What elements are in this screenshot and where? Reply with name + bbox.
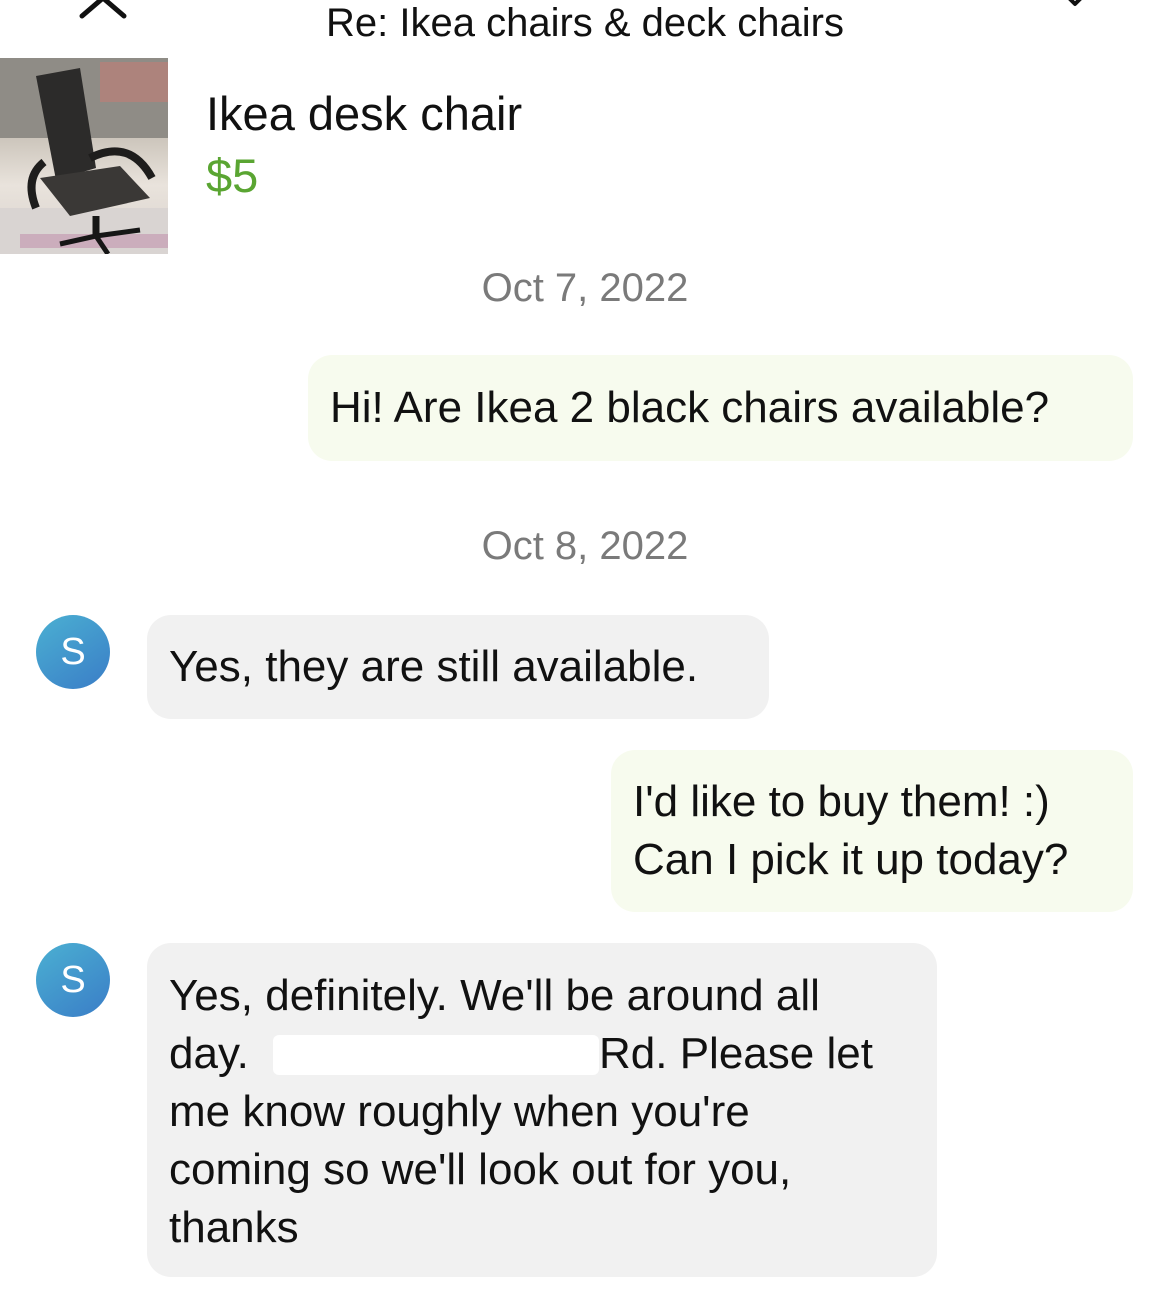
message-text: Yes, they are still available. xyxy=(169,642,699,691)
listing-thumbnail xyxy=(0,58,168,254)
redaction-mark xyxy=(273,1035,599,1075)
chevron-down-icon xyxy=(1068,0,1082,6)
avatar[interactable]: S xyxy=(36,943,110,1017)
incoming-message[interactable]: Yes, they are still available. xyxy=(147,615,769,719)
message-line: coming so we'll look out for you, xyxy=(169,1145,792,1194)
message-line: day. xyxy=(169,1029,249,1078)
message-line: I'd like to buy them! :) xyxy=(633,777,1050,826)
avatar[interactable]: S xyxy=(36,615,110,689)
incoming-message[interactable]: Yes, definitely. We'll be around all day… xyxy=(147,943,937,1277)
message-text: Hi! Are Ikea 2 black chairs available? xyxy=(330,383,1050,432)
date-separator: Oct 7, 2022 xyxy=(481,266,689,310)
listing-price: $5 xyxy=(206,149,259,202)
outgoing-message[interactable]: I'd like to buy them! :) Can I pick it u… xyxy=(611,750,1133,912)
listing-title: Ikea desk chair xyxy=(206,87,523,140)
message-line: thanks xyxy=(169,1203,299,1252)
conversation-title: Re: Ikea chairs & deck chairs xyxy=(326,1,844,45)
more-options-button[interactable] xyxy=(1060,0,1090,10)
date-separator: Oct 8, 2022 xyxy=(481,524,689,568)
outgoing-message[interactable]: Hi! Are Ikea 2 black chairs available? xyxy=(308,355,1133,461)
message-line: me know roughly when you're xyxy=(169,1087,750,1136)
listing-card[interactable]: Ikea desk chair $5 xyxy=(0,58,1170,254)
message-line: Yes, definitely. We'll be around all xyxy=(169,971,820,1020)
message-line: Can I pick it up today? xyxy=(633,835,1069,884)
message-line: Rd. Please let xyxy=(599,1029,873,1078)
